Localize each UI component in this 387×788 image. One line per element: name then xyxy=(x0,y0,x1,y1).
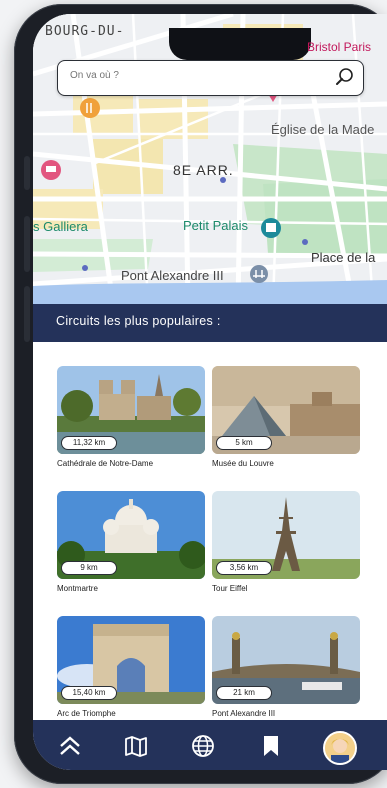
search-icon[interactable] xyxy=(335,67,355,87)
map-label-arrondissement: 8E ARR. xyxy=(173,162,234,178)
circuit-title: Montmartre xyxy=(57,584,98,593)
globe-icon[interactable] xyxy=(190,733,216,759)
map-label-pont[interactable]: Pont Alexandre III xyxy=(121,268,224,283)
circuits-grid: 11,32 km Cathédrale de Notre-Dame 5 km M… xyxy=(33,342,387,720)
map-label-bristol: Bristol Paris xyxy=(306,40,371,54)
search-input[interactable] xyxy=(68,69,322,82)
circuit-image: 3,56 km xyxy=(212,491,360,579)
map-label-street: BOURG-DU- xyxy=(45,24,125,39)
circuit-title: Pont Alexandre III xyxy=(212,709,276,718)
phone-side-button xyxy=(24,156,30,190)
circuit-title: Cathédrale de Notre-Dame xyxy=(57,459,154,468)
chevrons-up-icon[interactable] xyxy=(57,733,83,759)
circuit-card-arc-de-triomphe[interactable]: 15,40 km Arc de Triomphe xyxy=(57,616,205,718)
map-label-eglise: Église de la Made xyxy=(271,122,375,137)
section-title: Circuits les plus populaires : xyxy=(56,314,221,328)
map-label-petit-palais[interactable]: Petit Palais xyxy=(183,218,248,233)
circuit-card-louvre[interactable]: 5 km Musée du Louvre xyxy=(212,366,360,468)
circuit-card-notre-dame[interactable]: 11,32 km Cathédrale de Notre-Dame xyxy=(57,366,205,468)
phone-volume-up xyxy=(24,216,30,272)
search-bar[interactable] xyxy=(57,60,364,96)
distance-badge: 15,40 km xyxy=(61,686,117,700)
map-label-place: Place de la xyxy=(311,250,376,265)
distance-badge: 9 km xyxy=(61,561,117,575)
phone-volume-down xyxy=(24,286,30,342)
circuit-image: 15,40 km xyxy=(57,616,205,704)
circuit-image: 5 km xyxy=(212,366,360,454)
distance-badge: 3,56 km xyxy=(216,561,272,575)
avatar[interactable] xyxy=(323,731,357,765)
section-header: Circuits les plus populaires : xyxy=(33,304,387,342)
circuit-image: 11,32 km xyxy=(57,366,205,454)
circuit-card-montmartre[interactable]: 9 km Montmartre xyxy=(57,491,205,593)
circuit-image: 9 km xyxy=(57,491,205,579)
circuit-card-tour-eiffel[interactable]: 3,56 km Tour Eiffel xyxy=(212,491,360,593)
map-label-galliera: s Galliera xyxy=(33,219,88,234)
app-screen: 8E ARR. Église de la Made s Galliera Pet… xyxy=(33,14,387,770)
circuit-title: Arc de Triomphe xyxy=(57,709,116,718)
circuit-card-pont-alexandre[interactable]: 21 km Pont Alexandre III xyxy=(212,616,360,718)
distance-badge: 11,32 km xyxy=(61,436,117,450)
circuit-image: 21 km xyxy=(212,616,360,704)
bookmark-icon[interactable] xyxy=(258,733,284,759)
map-icon[interactable] xyxy=(123,733,149,759)
distance-badge: 21 km xyxy=(216,686,272,700)
bottom-nav xyxy=(33,720,387,770)
circuit-title: Tour Eiffel xyxy=(212,584,248,593)
phone-notch xyxy=(169,28,311,60)
distance-badge: 5 km xyxy=(216,436,272,450)
circuit-title: Musée du Louvre xyxy=(212,459,274,468)
